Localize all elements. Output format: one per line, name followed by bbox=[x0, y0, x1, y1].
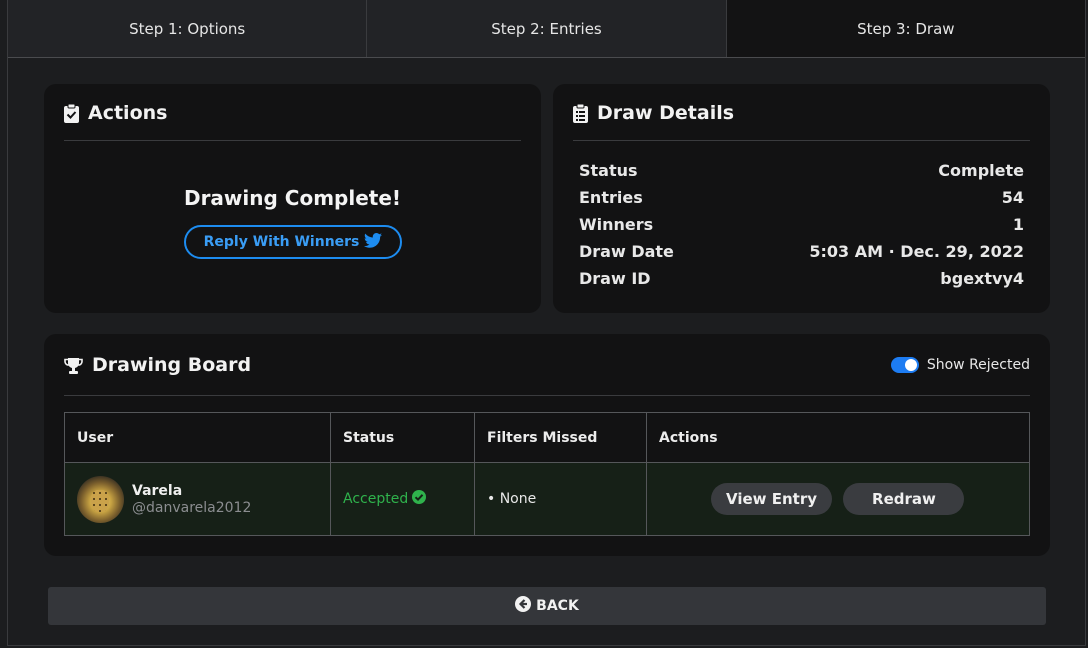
actions-card-title: Actions bbox=[64, 102, 167, 124]
show-rejected-toggle[interactable] bbox=[890, 357, 919, 373]
drawing-complete-text: Drawing Complete! bbox=[183, 186, 402, 210]
user-name: Varela bbox=[132, 482, 183, 499]
trophy-icon bbox=[64, 357, 83, 374]
detail-label: Draw Date bbox=[579, 242, 674, 261]
arrow-circle-left-icon bbox=[515, 596, 532, 616]
user-handle: @danvarela2012 bbox=[132, 499, 252, 516]
clipboard-check-icon bbox=[64, 103, 79, 123]
twitter-icon bbox=[364, 232, 383, 252]
draw-details-title: Draw Details bbox=[573, 102, 734, 124]
actions-divider bbox=[64, 140, 521, 141]
redraw-button[interactable]: Redraw bbox=[843, 483, 965, 515]
detail-value: bgextvy4 bbox=[940, 269, 1024, 288]
detail-row-draw-date: Draw Date 5:03 AM · Dec. 29, 2022 bbox=[579, 242, 1024, 261]
back-label: BACK bbox=[536, 598, 579, 614]
detail-row-status: Status Complete bbox=[579, 161, 1024, 180]
table-header-row: User Status Filters Missed Actions bbox=[64, 412, 1030, 463]
filters-missed-cell: • None bbox=[474, 462, 647, 536]
detail-label: Entries bbox=[579, 188, 643, 207]
details-divider bbox=[573, 140, 1030, 141]
user-cell: Varela @danvarela2012 bbox=[64, 462, 331, 536]
detail-row-winners: Winners 1 bbox=[579, 215, 1024, 234]
tab-step-2-entries[interactable]: Step 2: Entries bbox=[367, 0, 727, 57]
step-tabs: Step 1: Options Step 2: Entries Step 3: … bbox=[8, 0, 1085, 58]
actions-title-text: Actions bbox=[88, 102, 168, 124]
drawing-board-title: Drawing Board bbox=[64, 354, 251, 376]
draw-details-title-text: Draw Details bbox=[597, 102, 735, 124]
detail-value: 1 bbox=[1012, 215, 1024, 234]
detail-value: 5:03 AM · Dec. 29, 2022 bbox=[809, 242, 1024, 261]
detail-label: Status bbox=[579, 161, 638, 180]
detail-row-draw-id: Draw ID bgextvy4 bbox=[579, 269, 1024, 288]
detail-row-entries: Entries 54 bbox=[579, 188, 1024, 207]
drawing-board-card: Drawing Board Show Rejected User Status … bbox=[44, 334, 1050, 556]
detail-label: Winners bbox=[579, 215, 654, 234]
col-header-user: User bbox=[64, 412, 331, 463]
reply-button-label: Reply With Winners bbox=[203, 234, 360, 250]
table-row: Varela @danvarela2012 Accepted • None Vi… bbox=[64, 462, 1030, 536]
status-cell: Accepted bbox=[330, 462, 475, 536]
drawing-board-title-text: Drawing Board bbox=[92, 354, 252, 376]
toggle-knob bbox=[904, 359, 917, 371]
status-text: Accepted bbox=[343, 491, 409, 507]
col-header-status: Status bbox=[330, 412, 475, 463]
actions-card: Actions Drawing Complete! Reply With Win… bbox=[44, 84, 541, 313]
col-header-filters-missed: Filters Missed bbox=[474, 412, 647, 463]
show-rejected-label: Show Rejected bbox=[926, 357, 1030, 373]
actions-cell: View Entry Redraw bbox=[646, 462, 1030, 536]
tab-step-1-options[interactable]: Step 1: Options bbox=[8, 0, 368, 57]
detail-value: 54 bbox=[1001, 188, 1024, 207]
detail-label: Draw ID bbox=[579, 269, 651, 288]
view-entry-button[interactable]: View Entry bbox=[711, 483, 832, 515]
back-button[interactable]: BACK bbox=[48, 587, 1046, 625]
show-rejected-toggle-wrap: Show Rejected bbox=[890, 357, 1030, 373]
drawing-board-table: User Status Filters Missed Actions Varel… bbox=[64, 412, 1030, 536]
draw-details-card: Draw Details Status Complete Entries 54 … bbox=[553, 84, 1050, 313]
clipboard-list-icon bbox=[573, 103, 588, 123]
tab-step-3-draw[interactable]: Step 3: Draw bbox=[726, 0, 1085, 57]
check-circle-icon bbox=[412, 490, 427, 508]
status-badge: Accepted bbox=[343, 490, 474, 508]
detail-value: Complete bbox=[938, 161, 1024, 180]
reply-with-winners-button[interactable]: Reply With Winners bbox=[184, 225, 402, 259]
col-header-actions: Actions bbox=[646, 412, 1030, 463]
board-divider bbox=[64, 395, 1030, 396]
avatar bbox=[77, 475, 124, 523]
